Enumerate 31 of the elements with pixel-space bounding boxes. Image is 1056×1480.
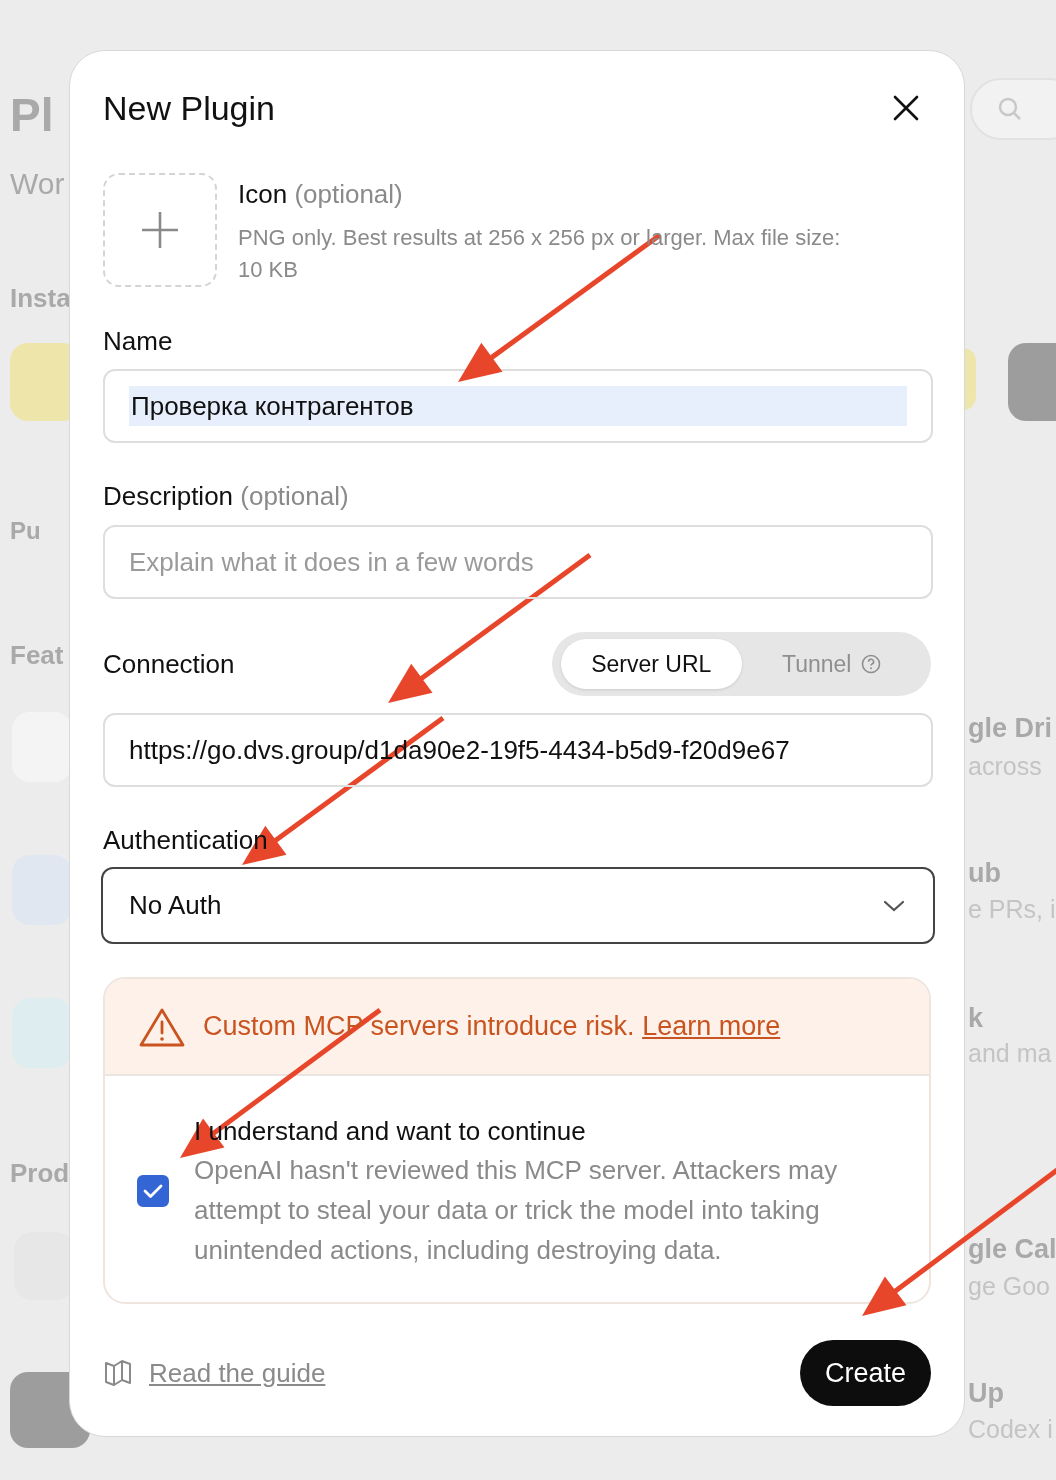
background-text: Wor [10,166,65,202]
dialog-title: New Plugin [103,88,275,129]
background-text: Insta [10,283,71,315]
name-field[interactable]: Проверка контрагентов [103,369,933,443]
field-label: Name [103,325,174,357]
field-label: Connection [103,648,235,680]
chevron-down-icon [883,899,905,912]
background-text: Feat [10,640,64,672]
background-text: Prod [10,1158,70,1190]
warning-icon [139,1006,185,1047]
description-field[interactable]: Explain what it does in a few words [103,525,933,599]
create-button[interactable]: Create [799,1340,931,1406]
checkbox[interactable] [137,1175,169,1207]
background-text: ub [968,857,1001,890]
plus-icon [141,211,179,249]
app-icon [12,855,72,925]
background-text: k [968,1002,984,1035]
field-label: Icon (optional) [238,178,404,210]
background-text: Up [968,1377,1004,1410]
background-text: gle Cal [968,1233,1056,1266]
consent-description: OpenAI hasn't reviewed this MCP server. Attackers may attempt to steal your data or trick the model into taking unintended actions, including destroying data. [194,1154,839,1267]
background-text: gle Dri [968,712,1053,745]
background-text: Pu [10,517,41,546]
checkmark-icon [143,1183,163,1199]
background-text: Pl [10,88,54,143]
close-icon[interactable] [893,95,919,121]
app-icon [12,998,72,1068]
field-label: Description (optional) [103,480,350,512]
authentication-dropdown[interactable]: No Auth [101,867,935,944]
learn-more-link[interactable]: Learn more [642,1011,781,1041]
segment-tab[interactable]: Server URL [561,639,742,689]
